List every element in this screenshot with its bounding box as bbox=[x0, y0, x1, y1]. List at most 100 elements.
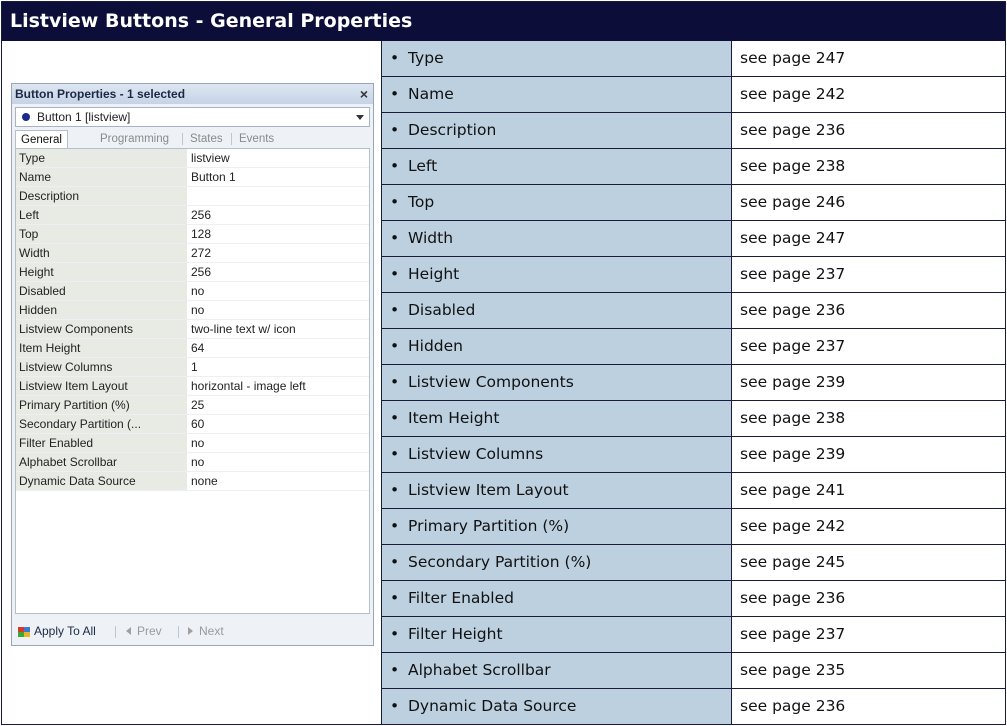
property-value[interactable]: 256 bbox=[189, 263, 369, 281]
property-value[interactable]: none bbox=[189, 472, 369, 490]
bullet-icon: • bbox=[390, 589, 400, 607]
property-cell: • Name bbox=[382, 77, 732, 112]
property-grid-row[interactable]: Listview Item Layout horizontal - image l… bbox=[16, 377, 369, 396]
property-grid-row[interactable]: Disabled no bbox=[16, 282, 369, 301]
tab-events[interactable]: Events bbox=[234, 130, 279, 148]
property-value[interactable]: listview bbox=[189, 149, 369, 167]
property-label: Description bbox=[408, 121, 497, 139]
next-button[interactable]: Next bbox=[188, 618, 224, 645]
property-value[interactable]: 128 bbox=[189, 225, 369, 243]
property-cell: • Alphabet Scrollbar bbox=[382, 653, 732, 688]
screenshot-cell: Button Properties - 1 selected × Button … bbox=[2, 41, 382, 725]
property-grid-row[interactable]: Left 256 bbox=[16, 206, 369, 225]
table-row: • Dynamic Data Source see page 236 bbox=[382, 689, 1005, 725]
table-row: • Listview Item Layout see page 241 bbox=[382, 473, 1005, 509]
property-name: Item Height bbox=[16, 339, 187, 357]
button-properties-panel: Button Properties - 1 selected × Button … bbox=[11, 83, 374, 646]
property-name: Width bbox=[16, 244, 187, 262]
property-grid-row[interactable]: Primary Partition (%) 25 bbox=[16, 396, 369, 415]
property-value[interactable] bbox=[189, 187, 369, 205]
property-cell: • Disabled bbox=[382, 293, 732, 328]
property-value[interactable]: 64 bbox=[189, 339, 369, 357]
property-name: Dynamic Data Source bbox=[16, 472, 187, 490]
table-row: • Hidden see page 237 bbox=[382, 329, 1005, 365]
page-reference: see page 242 bbox=[732, 77, 1005, 112]
property-value[interactable]: two-line text w/ icon bbox=[189, 320, 369, 338]
table-row: • Primary Partition (%) see page 242 bbox=[382, 509, 1005, 545]
property-value[interactable]: no bbox=[189, 453, 369, 471]
property-value[interactable]: 60 bbox=[189, 415, 369, 433]
tab-general[interactable]: General bbox=[15, 130, 68, 148]
table-row: • Listview Columns see page 239 bbox=[382, 437, 1005, 473]
property-grid-row[interactable]: Filter Enabled no bbox=[16, 434, 369, 453]
property-label: Type bbox=[408, 49, 444, 67]
property-name: Disabled bbox=[16, 282, 187, 300]
page-reference: see page 236 bbox=[732, 293, 1005, 328]
table-row: • Top see page 246 bbox=[382, 185, 1005, 221]
property-name: Left bbox=[16, 206, 187, 224]
page-reference: see page 237 bbox=[732, 257, 1005, 292]
property-label: Disabled bbox=[408, 301, 476, 319]
property-grid-row[interactable]: Item Height 64 bbox=[16, 339, 369, 358]
bullet-icon: • bbox=[390, 337, 400, 355]
property-value[interactable]: no bbox=[189, 434, 369, 452]
property-cell: • Listview Item Layout bbox=[382, 473, 732, 508]
property-value[interactable]: 272 bbox=[189, 244, 369, 262]
panel-footer: Apply To All Prev Next bbox=[12, 618, 373, 645]
property-grid-row[interactable]: Listview Components two-line text w/ icon bbox=[16, 320, 369, 339]
property-label: Listview Components bbox=[408, 373, 574, 391]
selector-value: Button 1 [listview] bbox=[37, 110, 131, 124]
property-value[interactable]: no bbox=[189, 282, 369, 300]
property-name: Type bbox=[16, 149, 187, 167]
chevron-left-icon bbox=[126, 627, 131, 635]
property-name: Filter Enabled bbox=[16, 434, 187, 452]
property-grid-row[interactable]: Top 128 bbox=[16, 225, 369, 244]
property-grid-row[interactable]: Hidden no bbox=[16, 301, 369, 320]
property-value[interactable]: horizontal - image left bbox=[189, 377, 369, 395]
table-row: • Item Height see page 238 bbox=[382, 401, 1005, 437]
page-reference: see page 239 bbox=[732, 365, 1005, 400]
property-cell: • Listview Components bbox=[382, 365, 732, 400]
property-cell: • Description bbox=[382, 113, 732, 148]
property-cell: • Dynamic Data Source bbox=[382, 689, 732, 724]
property-cell: • Left bbox=[382, 149, 732, 184]
next-label: Next bbox=[199, 624, 224, 638]
close-icon[interactable]: × bbox=[360, 84, 368, 104]
prev-button[interactable]: Prev bbox=[126, 618, 162, 645]
tab-programming[interactable]: Programming bbox=[95, 130, 174, 148]
bullet-icon: • bbox=[390, 625, 400, 643]
property-value[interactable]: no bbox=[189, 301, 369, 319]
property-name: Secondary Partition (... bbox=[16, 415, 187, 433]
property-cell: • Primary Partition (%) bbox=[382, 509, 732, 544]
prev-label: Prev bbox=[137, 624, 162, 638]
property-grid-row[interactable]: Width 272 bbox=[16, 244, 369, 263]
property-grid-row[interactable]: Name Button 1 bbox=[16, 168, 369, 187]
property-value[interactable]: 25 bbox=[189, 396, 369, 414]
property-grid-row[interactable]: Listview Columns 1 bbox=[16, 358, 369, 377]
property-cell: • Filter Enabled bbox=[382, 581, 732, 616]
property-value[interactable]: 256 bbox=[189, 206, 369, 224]
chevron-right-icon bbox=[188, 627, 193, 635]
property-label: Listview Columns bbox=[408, 445, 544, 463]
property-grid-row[interactable]: Alphabet Scrollbar no bbox=[16, 453, 369, 472]
button-selector-dropdown[interactable]: Button 1 [listview] bbox=[15, 107, 370, 127]
chevron-down-icon[interactable] bbox=[356, 115, 364, 120]
property-grid-row[interactable]: Dynamic Data Source none bbox=[16, 472, 369, 491]
bullet-icon: • bbox=[390, 301, 400, 319]
property-label: Alphabet Scrollbar bbox=[408, 661, 551, 679]
button-dot-icon bbox=[22, 113, 30, 121]
property-value[interactable]: 1 bbox=[189, 358, 369, 376]
property-grid-row[interactable]: Height 256 bbox=[16, 263, 369, 282]
property-grid-row[interactable]: Type listview bbox=[16, 149, 369, 168]
apply-to-all-button[interactable]: Apply To All bbox=[34, 618, 96, 645]
property-label: Listview Item Layout bbox=[408, 481, 569, 499]
property-label: Width bbox=[408, 229, 454, 247]
property-grid-row[interactable]: Description bbox=[16, 187, 369, 206]
table-row: • Alphabet Scrollbar see page 235 bbox=[382, 653, 1005, 689]
property-label: Name bbox=[408, 85, 454, 103]
property-grid-row[interactable]: Secondary Partition (... 60 bbox=[16, 415, 369, 434]
property-value[interactable]: Button 1 bbox=[189, 168, 369, 186]
tab-states[interactable]: States bbox=[185, 130, 228, 148]
property-name: Top bbox=[16, 225, 187, 243]
bullet-icon: • bbox=[390, 157, 400, 175]
